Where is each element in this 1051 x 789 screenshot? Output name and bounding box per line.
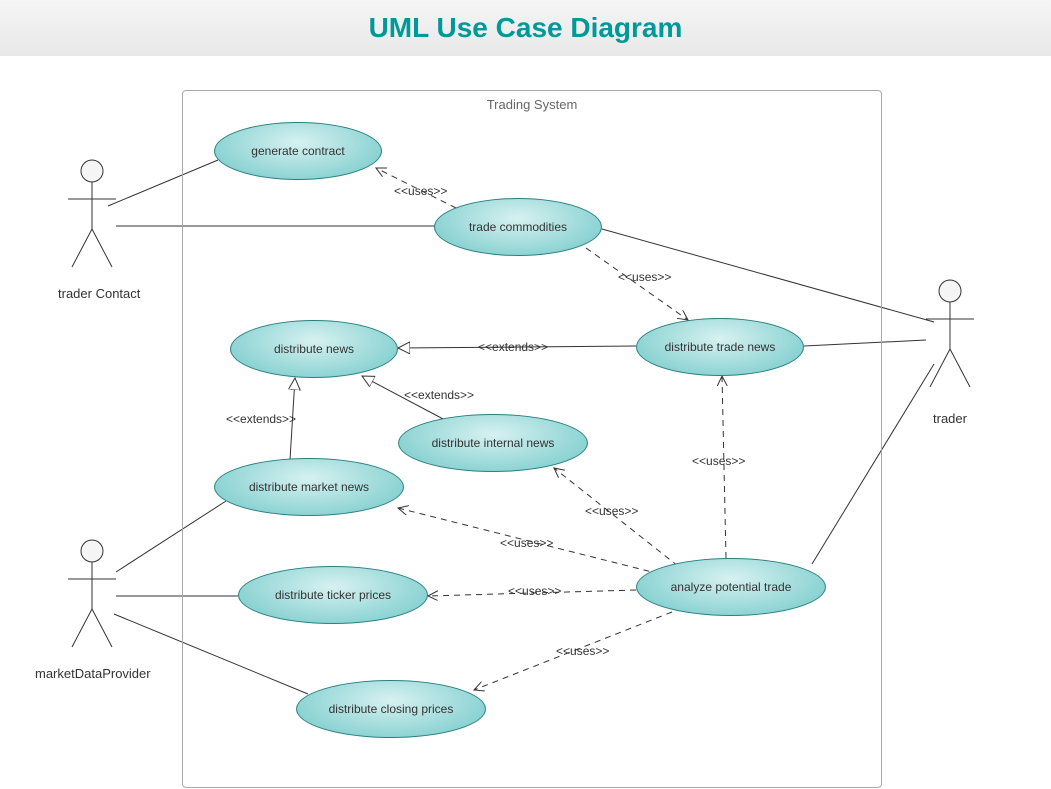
- relation-label: <<uses>>: [556, 644, 609, 658]
- usecase-uc-dist-int-news: distribute internal news: [398, 414, 588, 472]
- relation-label: <<uses>>: [508, 584, 561, 598]
- relation-label: <<uses>>: [394, 184, 447, 198]
- usecase-uc-gen-contract: generate contract: [214, 122, 382, 180]
- usecase-uc-dist-mkt-news: distribute market news: [214, 458, 404, 516]
- usecase-label: distribute news: [274, 342, 354, 356]
- actor-label: trader: [933, 411, 967, 426]
- relation-label: <<extends>>: [478, 340, 548, 354]
- usecase-label: distribute ticker prices: [275, 588, 391, 602]
- relation-label: <<extends>>: [404, 388, 474, 402]
- relation-label: <<uses>>: [618, 270, 671, 284]
- usecase-uc-dist-news: distribute news: [230, 320, 398, 378]
- usecase-label: distribute closing prices: [329, 702, 454, 716]
- relation-label: <<uses>>: [585, 504, 638, 518]
- usecase-label: trade commodities: [469, 220, 567, 234]
- actor-a-trader-contact: [68, 160, 116, 267]
- actor-label: trader Contact: [58, 286, 140, 301]
- usecase-uc-dist-closing: distribute closing prices: [296, 680, 486, 738]
- actor-label: marketDataProvider: [35, 666, 151, 681]
- system-label: Trading System: [487, 97, 578, 112]
- page-title: UML Use Case Diagram: [369, 12, 683, 44]
- usecase-uc-dist-ticker: distribute ticker prices: [238, 566, 428, 624]
- header: UML Use Case Diagram: [0, 0, 1051, 56]
- actor-a-trader: [926, 280, 974, 387]
- actor-a-mdp: [68, 540, 116, 647]
- usecase-uc-trade-comm: trade commodities: [434, 198, 602, 256]
- relation-label: <<uses>>: [692, 454, 745, 468]
- usecase-label: distribute market news: [249, 480, 369, 494]
- diagram-area: Trading System trader Contact trader market…: [0, 56, 1051, 789]
- relation-label: <<extends>>: [226, 412, 296, 426]
- relation-label: <<uses>>: [500, 536, 553, 550]
- usecase-label: distribute trade news: [665, 340, 776, 354]
- usecase-label: distribute internal news: [432, 436, 555, 450]
- usecase-uc-dist-trade-news: distribute trade news: [636, 318, 804, 376]
- usecase-uc-analyze: analyze potential trade: [636, 558, 826, 616]
- usecase-label: generate contract: [251, 144, 344, 158]
- usecase-label: analyze potential trade: [671, 580, 792, 594]
